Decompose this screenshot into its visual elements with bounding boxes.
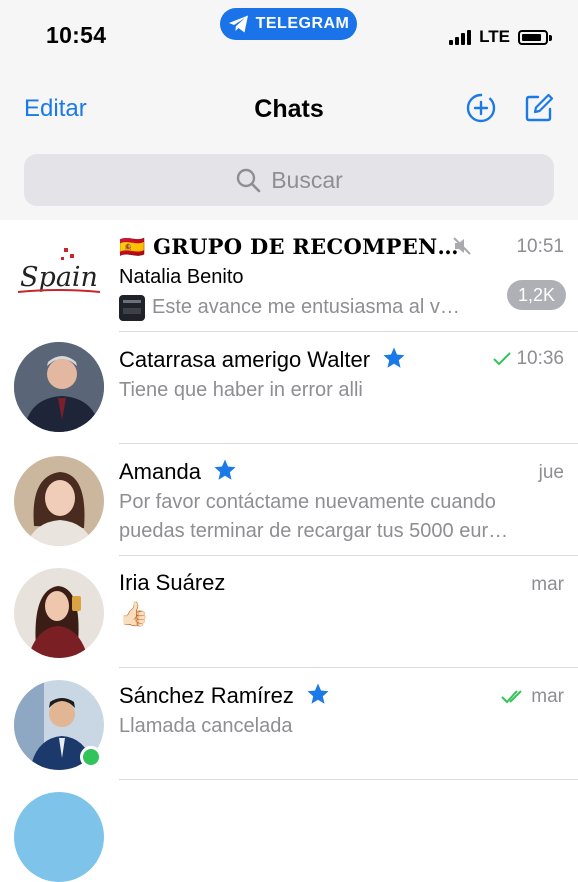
avatar: Spain (14, 230, 104, 320)
avatar (14, 792, 104, 882)
divider (119, 779, 578, 780)
chat-row-iria[interactable]: Iria Suárez mar 👍🏻 (0, 556, 578, 668)
verified-star-icon (383, 347, 405, 368)
battery-icon (518, 29, 552, 45)
chat-preview: Por favor contáctame nuevamente cuando p… (119, 491, 509, 542)
sent-check-icon (493, 352, 512, 366)
chat-time: 10:36 (492, 348, 564, 370)
telegram-pill[interactable]: TELEGRAM (220, 8, 357, 40)
status-indicators: LTE (449, 27, 552, 47)
chat-preview: 👍🏻 (119, 601, 149, 628)
chat-preview: Este avance me entusiasma al v… (152, 296, 460, 318)
online-indicator (80, 746, 102, 768)
media-thumbnail (119, 295, 145, 321)
chat-sender: Natalia Benito (119, 266, 244, 288)
chat-name: 🇪🇸 GRUPO DE RECOMPEN… (119, 234, 459, 259)
avatar (14, 342, 104, 432)
chat-name: Amanda (119, 458, 237, 485)
new-story-icon[interactable] (465, 92, 497, 124)
verified-star-icon (214, 459, 236, 480)
chat-time: jue (538, 462, 564, 483)
muted-icon (453, 237, 471, 255)
read-double-check-icon (501, 690, 522, 704)
spain-logo-text: Spain (20, 262, 98, 293)
status-time: 10:54 (46, 22, 107, 48)
spain-logo: Spain (17, 248, 101, 293)
chat-preview: Llamada cancelada (119, 715, 293, 737)
network-label: LTE (479, 27, 510, 46)
search-icon (237, 168, 261, 193)
chat-name: Catarrasa amerigo Walter (119, 346, 406, 373)
flag-icon: 🇪🇸 (119, 234, 146, 259)
pill-label: TELEGRAM (255, 15, 350, 32)
chat-row-walter[interactable]: Catarrasa amerigo Walter 10:36 Tiene que… (0, 332, 578, 444)
telegram-icon (228, 15, 248, 33)
avatar (14, 568, 104, 658)
signal-icon (449, 29, 472, 45)
unread-badge: 1,2K (506, 280, 566, 310)
chat-time: mar (501, 686, 564, 708)
search-field[interactable]: Buscar (24, 154, 554, 206)
chat-row-grupo[interactable]: Spain 🇪🇸 GRUPO DE RECOMPEN… 10:51 Natali… (0, 220, 578, 332)
chat-row-amanda[interactable]: Amanda jue Por favor contáctame nuevamen… (0, 444, 578, 556)
verified-star-icon (307, 683, 329, 704)
chat-time: mar (531, 574, 564, 595)
chat-row-sanchez[interactable]: Sánchez Ramírez mar Llamada cancelada (0, 668, 578, 780)
chat-name: Iria Suárez (119, 570, 226, 595)
avatar (14, 456, 104, 546)
chat-time: 10:51 (516, 236, 564, 257)
search-placeholder: Buscar (271, 166, 343, 193)
compose-icon[interactable] (523, 92, 555, 124)
chat-name: Sánchez Ramírez (119, 682, 330, 709)
chat-preview: Tiene que haber in error alli (119, 379, 363, 401)
